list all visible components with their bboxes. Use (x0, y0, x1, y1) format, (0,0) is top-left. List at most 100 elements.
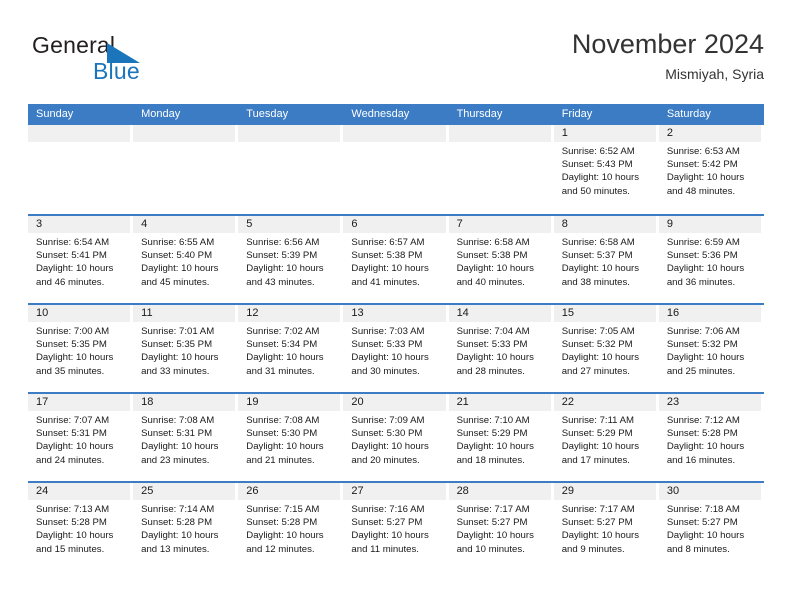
calendar-day-cell[interactable]: 22 Sunrise: 7:11 AM Sunset: 5:29 PM Dayligh… (553, 394, 659, 481)
sunset-text: Sunset: 5:37 PM (561, 250, 633, 262)
calendar-day-cell[interactable]: 2 Sunrise: 6:53 AM Sunset: 5:42 PM Daylight… (658, 125, 764, 214)
day-info: Sunrise: 6:58 AM Sunset: 5:38 PM Daylight:… (449, 233, 551, 289)
general-blue-logo[interactable]: General Blue (32, 32, 252, 92)
day-number: 14 (448, 305, 551, 322)
sunset-text: Sunset: 5:32 PM (666, 339, 738, 351)
calendar-day-cell[interactable]: 4 Sunrise: 6:55 AM Sunset: 5:40 PM Daylight… (133, 216, 238, 303)
sunrise-text: Sunrise: 7:03 AM (351, 326, 425, 337)
calendar-day-cell[interactable]: 20 Sunrise: 7:09 AM Sunset: 5:30 PM Dayligh… (343, 394, 448, 481)
day-number: 15 (553, 305, 656, 322)
sunset-text: Sunset: 5:35 PM (141, 339, 213, 351)
title-block: November 2024 Mismiyah, Syria (572, 28, 764, 84)
day-number: 7 (448, 216, 551, 233)
calendar-day-cell[interactable]: 25 Sunrise: 7:14 AM Sunset: 5:28 PM Dayligh… (133, 483, 238, 570)
weekday-header-row: Sunday Monday Tuesday Wednesday Thursday Frid… (28, 104, 764, 125)
calendar-day-cell-empty (343, 125, 448, 214)
calendar-day-cell[interactable]: 10 Sunrise: 7:00 AM Sunset: 5:35 PM Dayligh… (28, 305, 133, 392)
daylight-text: Daylight: 10 hours and 33 minutes. (141, 352, 219, 377)
day-cell-inner: 11 Sunrise: 7:01 AM Sunset: 5:35 PM Dayligh… (133, 305, 236, 392)
day-info: Sunrise: 7:02 AM Sunset: 5:34 PM Daylight:… (238, 322, 340, 378)
calendar-day-cell[interactable]: 23 Sunrise: 7:12 AM Sunset: 5:28 PM Dayligh… (658, 394, 764, 481)
daylight-text: Daylight: 10 hours and 13 minutes. (141, 530, 219, 555)
daylight-text: Daylight: 10 hours and 28 minutes. (456, 352, 534, 377)
day-number: 22 (553, 394, 656, 411)
calendar-day-cell[interactable]: 13 Sunrise: 7:03 AM Sunset: 5:33 PM Dayligh… (343, 305, 448, 392)
day-cell-inner: 3 Sunrise: 6:54 AM Sunset: 5:41 PM Daylight… (28, 216, 131, 303)
daylight-text: Daylight: 10 hours and 15 minutes. (36, 530, 114, 555)
sunrise-text: Sunrise: 7:16 AM (351, 504, 425, 515)
day-info: Sunrise: 7:00 AM Sunset: 5:35 PM Daylight:… (28, 322, 130, 378)
day-number: 21 (448, 394, 551, 411)
sunset-text: Sunset: 5:27 PM (456, 517, 528, 529)
sunset-text: Sunset: 5:28 PM (141, 517, 213, 529)
daylight-text: Daylight: 10 hours and 36 minutes. (666, 263, 745, 288)
day-cell-inner: 28 Sunrise: 7:17 AM Sunset: 5:27 PM Dayligh… (448, 483, 551, 570)
sunset-text: Sunset: 5:38 PM (456, 250, 528, 262)
sunset-text: Sunset: 5:28 PM (246, 517, 318, 529)
logo-text-general: General (32, 32, 116, 58)
sunrise-text: Sunrise: 7:09 AM (351, 415, 425, 426)
day-number: 6 (343, 216, 446, 233)
calendar-day-cell[interactable]: 11 Sunrise: 7:01 AM Sunset: 5:35 PM Dayligh… (133, 305, 238, 392)
sunset-text: Sunset: 5:28 PM (666, 428, 738, 440)
day-cell-inner (238, 125, 341, 214)
daylight-text: Daylight: 10 hours and 35 minutes. (36, 352, 114, 377)
calendar-day-cell[interactable]: 12 Sunrise: 7:02 AM Sunset: 5:34 PM Dayligh… (238, 305, 343, 392)
calendar-day-cell[interactable]: 19 Sunrise: 7:08 AM Sunset: 5:30 PM Dayligh… (238, 394, 343, 481)
calendar-day-cell[interactable]: 14 Sunrise: 7:04 AM Sunset: 5:33 PM Dayligh… (448, 305, 554, 392)
calendar-day-cell[interactable]: 9 Sunrise: 6:59 AM Sunset: 5:36 PM Daylight… (658, 216, 764, 303)
calendar-day-cell[interactable]: 17 Sunrise: 7:07 AM Sunset: 5:31 PM Dayligh… (28, 394, 133, 481)
calendar-day-cell[interactable]: 8 Sunrise: 6:58 AM Sunset: 5:37 PM Daylight… (553, 216, 659, 303)
calendar-day-cell[interactable]: 16 Sunrise: 7:06 AM Sunset: 5:32 PM Dayligh… (658, 305, 764, 392)
weekday-header-sunday: Sunday (36, 108, 74, 120)
sunrise-text: Sunrise: 7:01 AM (141, 326, 215, 337)
calendar-day-cell[interactable]: 28 Sunrise: 7:17 AM Sunset: 5:27 PM Dayligh… (448, 483, 554, 570)
day-cell-inner: 10 Sunrise: 7:00 AM Sunset: 5:35 PM Dayligh… (28, 305, 131, 392)
sunrise-text: Sunrise: 6:52 AM (561, 146, 635, 157)
calendar-day-cell[interactable]: 26 Sunrise: 7:15 AM Sunset: 5:28 PM Dayligh… (238, 483, 343, 570)
day-cell-inner: 5 Sunrise: 6:56 AM Sunset: 5:39 PM Daylight… (238, 216, 341, 303)
daylight-text: Daylight: 10 hours and 24 minutes. (36, 441, 114, 466)
day-cell-inner: 23 Sunrise: 7:12 AM Sunset: 5:28 PM Dayligh… (658, 394, 761, 481)
calendar-day-cell[interactable]: 1 Sunrise: 6:52 AM Sunset: 5:43 PM Daylight… (553, 125, 659, 214)
day-info: Sunrise: 6:59 AM Sunset: 5:36 PM Daylight:… (659, 233, 761, 289)
calendar-day-cell[interactable]: 21 Sunrise: 7:10 AM Sunset: 5:29 PM Dayligh… (448, 394, 554, 481)
sunrise-text: Sunrise: 7:06 AM (666, 326, 740, 337)
daylight-text: Daylight: 10 hours and 18 minutes. (456, 441, 534, 466)
day-info: Sunrise: 7:13 AM Sunset: 5:28 PM Daylight:… (28, 500, 130, 556)
sunset-text: Sunset: 5:35 PM (36, 339, 107, 351)
calendar-day-cell[interactable]: 29 Sunrise: 7:17 AM Sunset: 5:27 PM Dayligh… (553, 483, 659, 570)
day-info: Sunrise: 7:10 AM Sunset: 5:29 PM Daylight:… (449, 411, 551, 467)
daylight-text: Daylight: 10 hours and 45 minutes. (141, 263, 219, 288)
sunrise-text: Sunrise: 6:58 AM (456, 237, 530, 248)
calendar-week-row: 17 Sunrise: 7:07 AM Sunset: 5:31 PM Dayligh… (28, 392, 764, 481)
day-info: Sunrise: 7:11 AM Sunset: 5:29 PM Daylight:… (554, 411, 656, 467)
day-info: Sunrise: 7:05 AM Sunset: 5:32 PM Daylight:… (554, 322, 656, 378)
day-cell-inner: 25 Sunrise: 7:14 AM Sunset: 5:28 PM Dayligh… (133, 483, 236, 570)
weekday-header-tuesday: Tuesday (246, 108, 289, 120)
calendar-day-cell[interactable]: 6 Sunrise: 6:57 AM Sunset: 5:38 PM Daylight… (343, 216, 448, 303)
day-number: 23 (658, 394, 761, 411)
day-info: Sunrise: 7:18 AM Sunset: 5:27 PM Daylight:… (659, 500, 761, 556)
calendar-day-cell[interactable]: 7 Sunrise: 6:58 AM Sunset: 5:38 PM Daylight… (448, 216, 554, 303)
day-number (133, 125, 236, 142)
calendar-day-cell[interactable]: 27 Sunrise: 7:16 AM Sunset: 5:27 PM Dayligh… (343, 483, 448, 570)
sunrise-text: Sunrise: 7:05 AM (561, 326, 635, 337)
day-info: Sunrise: 7:08 AM Sunset: 5:30 PM Daylight:… (238, 411, 340, 467)
weekday-header-thursday: Thursday (456, 108, 503, 120)
calendar-day-cell[interactable]: 15 Sunrise: 7:05 AM Sunset: 5:32 PM Dayligh… (553, 305, 659, 392)
day-info: Sunrise: 7:17 AM Sunset: 5:27 PM Daylight:… (449, 500, 551, 556)
calendar-day-cell[interactable]: 3 Sunrise: 6:54 AM Sunset: 5:41 PM Daylight… (28, 216, 133, 303)
day-cell-inner: 21 Sunrise: 7:10 AM Sunset: 5:29 PM Dayligh… (448, 394, 551, 481)
calendar-day-cell[interactable]: 30 Sunrise: 7:18 AM Sunset: 5:27 PM Dayligh… (658, 483, 764, 570)
day-info: Sunrise: 7:01 AM Sunset: 5:35 PM Daylight:… (133, 322, 235, 378)
daylight-text: Daylight: 10 hours and 40 minutes. (456, 263, 534, 288)
daylight-text: Daylight: 10 hours and 10 minutes. (456, 530, 534, 555)
calendar-day-cell[interactable]: 24 Sunrise: 7:13 AM Sunset: 5:28 PM Dayligh… (28, 483, 133, 570)
day-number: 13 (343, 305, 446, 322)
calendar-day-cell[interactable]: 5 Sunrise: 6:56 AM Sunset: 5:39 PM Daylight… (238, 216, 343, 303)
calendar-day-cell[interactable]: 18 Sunrise: 7:08 AM Sunset: 5:31 PM Dayligh… (133, 394, 238, 481)
sunset-text: Sunset: 5:40 PM (141, 250, 213, 262)
day-cell-inner: 2 Sunrise: 6:53 AM Sunset: 5:42 PM Daylight… (658, 125, 761, 214)
day-info: Sunrise: 6:58 AM Sunset: 5:37 PM Daylight:… (554, 233, 656, 289)
